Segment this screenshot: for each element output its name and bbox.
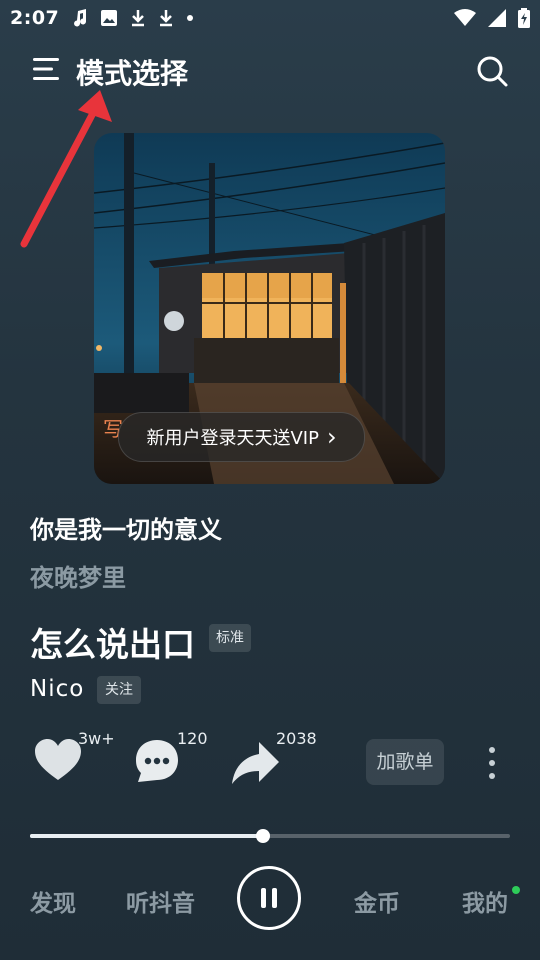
battery-icon xyxy=(518,8,530,28)
tab-listen-douyin[interactable]: 听抖音 xyxy=(126,884,195,918)
music-note-icon xyxy=(74,9,87,27)
pause-icon xyxy=(261,888,277,908)
heart-icon xyxy=(35,739,81,780)
image-icon xyxy=(101,10,117,26)
follow-button[interactable]: 关注 xyxy=(97,676,141,704)
vip-promo-label: 新用户登录天天送VIP xyxy=(146,428,319,449)
share-count: 2038 xyxy=(276,729,317,748)
download-icon xyxy=(160,10,172,27)
dot-icon xyxy=(187,15,193,21)
progress-thumb[interactable] xyxy=(255,829,270,843)
share-icon xyxy=(232,742,279,784)
tab-mine[interactable]: 我的 xyxy=(462,884,508,918)
status-time: 2:07 xyxy=(10,7,60,29)
status-bar: 2:07 xyxy=(0,0,540,36)
signal-icon xyxy=(488,9,506,27)
comment-count: 120 xyxy=(177,729,208,748)
notification-icons xyxy=(72,9,194,27)
comment-icon xyxy=(136,740,178,782)
add-to-playlist-button[interactable]: 加歌单 xyxy=(366,739,444,785)
artist-name[interactable]: Nico xyxy=(30,676,84,702)
song-title: 怎么说出口 xyxy=(30,625,195,664)
more-vertical-icon[interactable] xyxy=(486,746,498,780)
lyric-next-line[interactable]: 夜晚梦里 xyxy=(30,558,126,593)
pause-button[interactable] xyxy=(237,866,301,930)
tab-coins[interactable]: 金币 xyxy=(354,884,400,918)
notification-dot xyxy=(512,886,520,894)
vip-promo-button[interactable]: 新用户登录天天送VIP › xyxy=(118,412,365,462)
progress-bar[interactable] xyxy=(30,829,510,843)
wifi-icon xyxy=(454,9,476,26)
system-icons xyxy=(454,8,530,28)
menu-icon[interactable] xyxy=(33,57,63,81)
chevron-right-icon: › xyxy=(326,423,337,451)
download-icon xyxy=(132,10,144,27)
progress-played xyxy=(30,834,263,838)
page-title[interactable]: 模式选择 xyxy=(76,52,188,92)
quality-badge[interactable]: 标准 xyxy=(209,624,251,652)
lyric-current-line[interactable]: 你是我一切的意义 xyxy=(30,510,222,545)
search-icon[interactable] xyxy=(475,54,509,88)
like-count: 3w+ xyxy=(78,729,115,748)
tab-discover[interactable]: 发现 xyxy=(30,884,76,918)
